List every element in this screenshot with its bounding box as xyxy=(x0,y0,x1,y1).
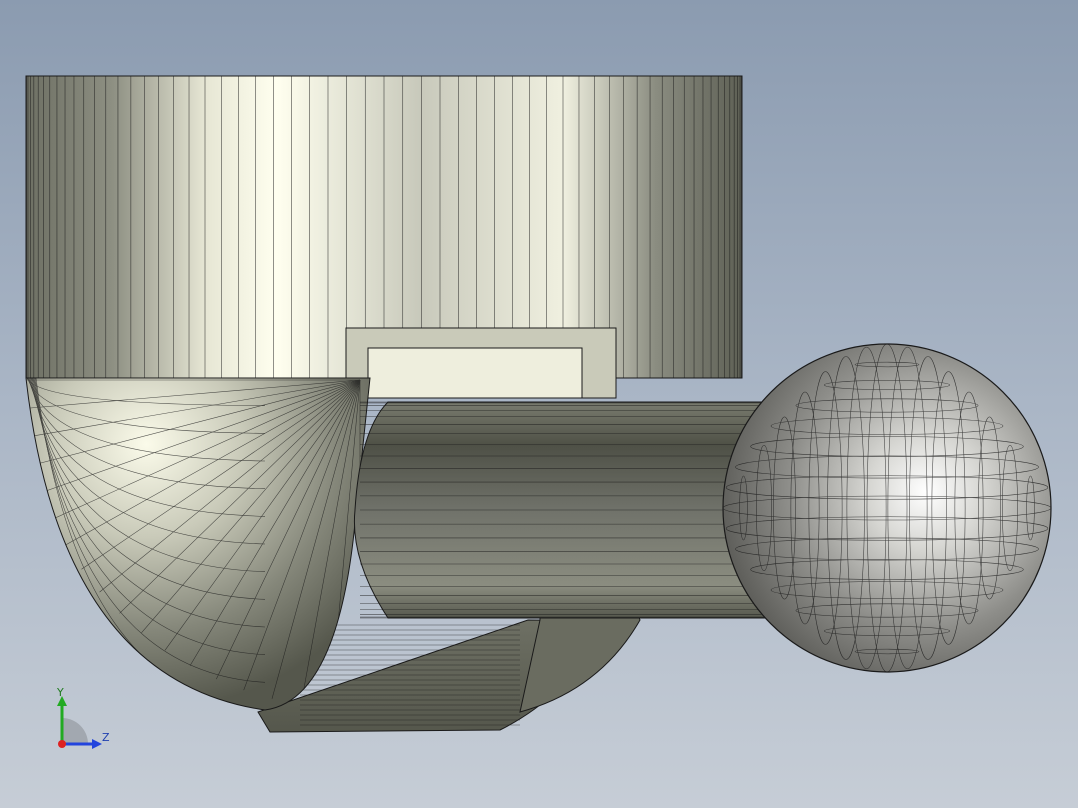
y-axis-label: Y xyxy=(57,686,64,699)
z-axis-label: Z xyxy=(102,731,110,744)
z-axis-arrowhead xyxy=(92,739,102,749)
triad-shadow xyxy=(62,718,88,744)
x-axis-dot xyxy=(58,740,66,748)
model-view[interactable] xyxy=(0,0,1078,808)
coordinate-triad: Y Z xyxy=(48,684,128,764)
slot-inner xyxy=(367,347,583,399)
graphics-viewport[interactable]: Y Z xyxy=(0,0,1078,808)
ball-end xyxy=(722,343,1052,673)
